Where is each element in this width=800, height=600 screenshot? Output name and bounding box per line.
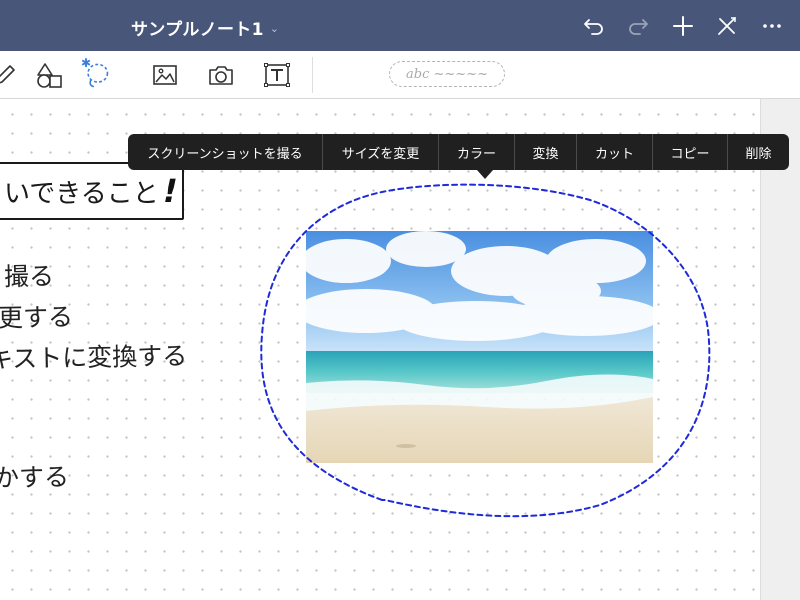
add-icon[interactable] bbox=[670, 13, 696, 39]
shape-icon[interactable] bbox=[35, 61, 65, 89]
menu-item-resize[interactable]: サイズを変更 bbox=[323, 134, 439, 170]
lasso-tool-button[interactable]: ✱ bbox=[81, 56, 111, 89]
note-title-button[interactable]: サンプルノート1 ⌄ bbox=[131, 15, 280, 40]
more-icon[interactable] bbox=[759, 13, 785, 39]
pen-icon[interactable] bbox=[0, 61, 20, 89]
note-line: キストに変換する bbox=[0, 341, 188, 374]
text-icon[interactable] bbox=[262, 61, 292, 89]
undo-icon[interactable] bbox=[581, 13, 607, 39]
menu-item-cut[interactable]: カット bbox=[577, 134, 653, 170]
chevron-down-icon: ⌄ bbox=[269, 21, 280, 35]
redo-icon[interactable] bbox=[625, 13, 651, 39]
scroll-gutter[interactable] bbox=[760, 99, 800, 600]
note-line: 撮る bbox=[3, 261, 55, 292]
pen-preview-button[interactable]: abc ~~~~~ bbox=[389, 61, 505, 87]
note-line: 更する bbox=[0, 302, 74, 333]
note-heading-mark: ! bbox=[158, 172, 182, 210]
note-title: サンプルノート1 bbox=[131, 19, 264, 40]
beach-photo[interactable] bbox=[306, 231, 653, 463]
note-heading: いできること bbox=[4, 178, 159, 209]
close-edit-icon[interactable] bbox=[714, 13, 740, 39]
menu-item-color[interactable]: カラー bbox=[439, 134, 515, 170]
toolbar-divider bbox=[312, 57, 313, 93]
menu-item-screenshot[interactable]: スクリーンショットを撮る bbox=[128, 134, 323, 170]
bluetooth-icon: ✱ bbox=[81, 56, 92, 70]
note-line: かする bbox=[0, 462, 70, 493]
image-icon[interactable] bbox=[150, 61, 180, 89]
title-bar: サンプルノート1 ⌄ bbox=[0, 0, 800, 51]
menu-item-copy[interactable]: コピー bbox=[653, 134, 728, 170]
menu-item-delete[interactable]: 削除 bbox=[728, 134, 789, 170]
context-menu-pointer bbox=[477, 170, 493, 179]
note-heading-box: いできること ! bbox=[0, 162, 184, 220]
selection-context-menu: スクリーンショットを撮る サイズを変更 カラー 変換 カット コピー 削除 bbox=[128, 134, 789, 170]
camera-icon[interactable] bbox=[206, 61, 236, 89]
menu-item-convert[interactable]: 変換 bbox=[515, 134, 577, 170]
